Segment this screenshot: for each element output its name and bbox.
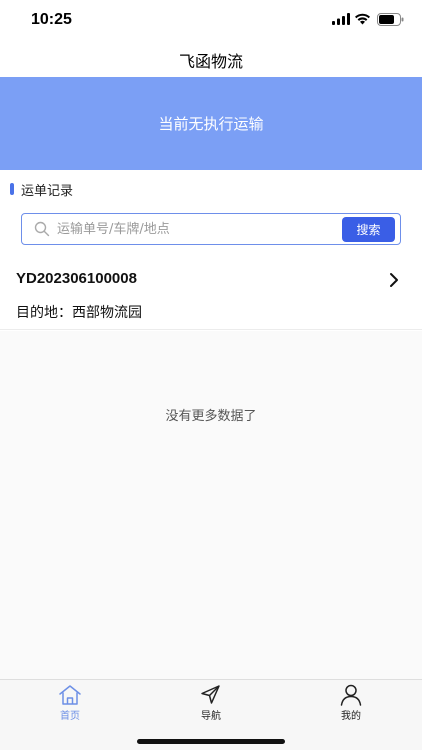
tab-navigation[interactable]: 导航 bbox=[171, 684, 251, 724]
search-box: 搜索 bbox=[21, 213, 401, 245]
status-time: 10:25 bbox=[31, 11, 72, 28]
chevron-right-icon bbox=[390, 273, 398, 287]
home-indicator bbox=[137, 739, 285, 744]
user-icon bbox=[340, 684, 362, 706]
status-bar: 10:25 bbox=[0, 0, 422, 40]
search-button[interactable]: 搜索 bbox=[342, 217, 395, 242]
tab-home-label: 首页 bbox=[60, 711, 80, 722]
transport-status-banner: 当前无执行运输 bbox=[0, 77, 422, 170]
navigation-arrow-icon bbox=[201, 685, 220, 704]
order-list-item[interactable]: YD202306100008 目的地：西部物流园 bbox=[0, 258, 422, 330]
battery-icon bbox=[377, 13, 404, 26]
order-number: YD202306100008 bbox=[16, 270, 137, 287]
order-destination: 目的地：西部物流园 bbox=[16, 305, 142, 321]
list-background bbox=[0, 331, 422, 679]
cellular-signal-icon bbox=[332, 13, 350, 25]
section-accent-bar bbox=[10, 183, 14, 195]
section-header: 运单记录 bbox=[10, 180, 74, 199]
search-icon bbox=[34, 221, 50, 237]
wifi-icon bbox=[355, 13, 370, 25]
page-title: 飞函物流 bbox=[178, 52, 243, 71]
search-input[interactable] bbox=[57, 218, 337, 240]
tab-mine-label: 我的 bbox=[341, 711, 361, 722]
section-title: 运单记录 bbox=[21, 183, 74, 199]
banner-text: 当前无执行运输 bbox=[158, 115, 264, 133]
tab-home[interactable]: 首页 bbox=[30, 684, 110, 724]
list-end-text: 没有更多数据了 bbox=[165, 409, 257, 424]
tab-navigation-label: 导航 bbox=[201, 711, 221, 722]
tab-mine[interactable]: 我的 bbox=[311, 684, 391, 724]
home-icon bbox=[59, 685, 81, 705]
